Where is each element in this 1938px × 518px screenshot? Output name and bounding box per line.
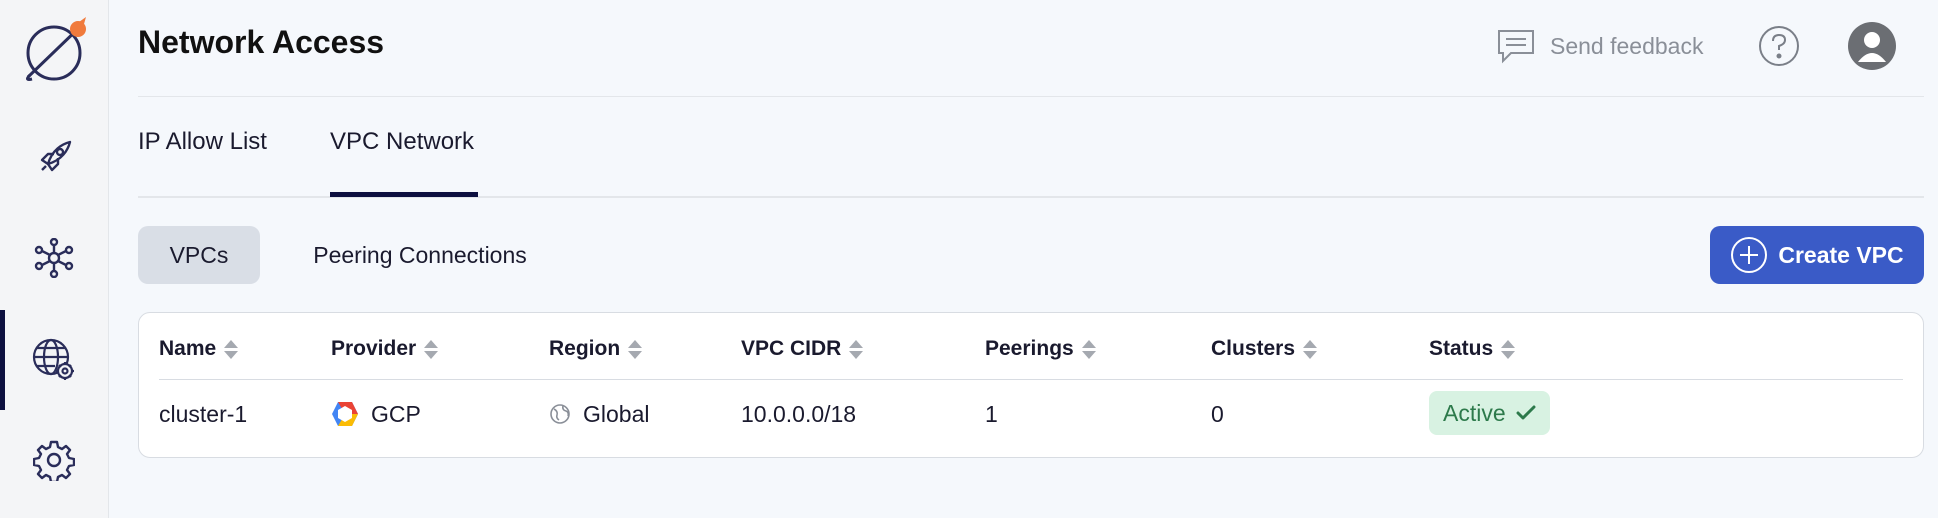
send-feedback-button[interactable]: Send feedback	[1496, 26, 1703, 66]
gcp-icon	[332, 402, 358, 426]
vpc-table: Name Provider Region VPC CIDR Peerings C…	[138, 312, 1924, 458]
column-header-peerings[interactable]: Peerings	[985, 337, 1096, 361]
subtab-vpcs[interactable]: VPCs	[138, 226, 260, 284]
column-header-status[interactable]: Status	[1429, 337, 1516, 361]
sort-icon	[1303, 339, 1318, 359]
header-divider	[138, 96, 1924, 97]
sort-icon	[849, 339, 864, 359]
column-header-vpc-cidr[interactable]: VPC CIDR	[741, 337, 864, 361]
page-title: Network Access	[138, 24, 385, 60]
user-avatar[interactable]	[1848, 22, 1896, 70]
sidebar-item-settings[interactable]	[0, 410, 108, 510]
column-header-provider[interactable]: Provider	[331, 337, 439, 361]
column-header-region[interactable]: Region	[549, 337, 643, 361]
tab-ip-allow-list[interactable]: IP Allow List	[138, 128, 267, 156]
sort-icon	[424, 339, 439, 359]
feedback-label: Send feedback	[1550, 32, 1704, 59]
network-icon	[34, 238, 74, 278]
globe-gear-icon	[32, 338, 74, 380]
check-icon	[1516, 405, 1536, 420]
column-header-name[interactable]: Name	[159, 337, 239, 361]
globe-icon	[550, 404, 570, 424]
rocket-icon	[40, 140, 72, 172]
logo[interactable]	[0, 0, 108, 100]
cell-provider: GCP	[331, 397, 421, 431]
status-badge: Active	[1429, 391, 1550, 435]
help-button[interactable]	[1758, 25, 1800, 67]
cell-region: Global	[549, 397, 649, 431]
help-icon	[1759, 26, 1799, 66]
cell-clusters: 0	[1211, 400, 1224, 427]
logo-icon	[25, 17, 86, 81]
header-row-divider	[159, 379, 1903, 380]
active-tab-indicator	[330, 192, 478, 197]
create-vpc-button[interactable]: Create VPC	[1710, 226, 1924, 284]
column-header-clusters[interactable]: Clusters	[1211, 337, 1318, 361]
sort-icon	[1501, 339, 1516, 359]
avatar-icon	[1848, 22, 1896, 70]
cell-name[interactable]: cluster-1	[159, 397, 247, 431]
feedback-icon	[1498, 30, 1534, 64]
sort-icon	[224, 339, 239, 359]
sort-icon	[1081, 339, 1096, 359]
sidebar-item-deploy[interactable]	[0, 108, 108, 208]
sort-icon	[628, 339, 643, 359]
cell-vpc-cidr: 10.0.0.0/18	[741, 400, 857, 427]
plus-circle-icon	[1731, 237, 1768, 273]
subtab-peering-connections[interactable]: Peering Connections	[290, 226, 550, 284]
sidebar-item-network-access[interactable]	[0, 310, 108, 410]
settings-icon	[33, 440, 75, 481]
sidebar	[0, 0, 109, 518]
create-vpc-label: Create VPC	[1778, 241, 1904, 268]
cell-peerings: 1	[985, 400, 998, 427]
sidebar-item-clusters[interactable]	[0, 208, 108, 308]
tab-vpc-network[interactable]: VPC Network	[330, 128, 474, 156]
